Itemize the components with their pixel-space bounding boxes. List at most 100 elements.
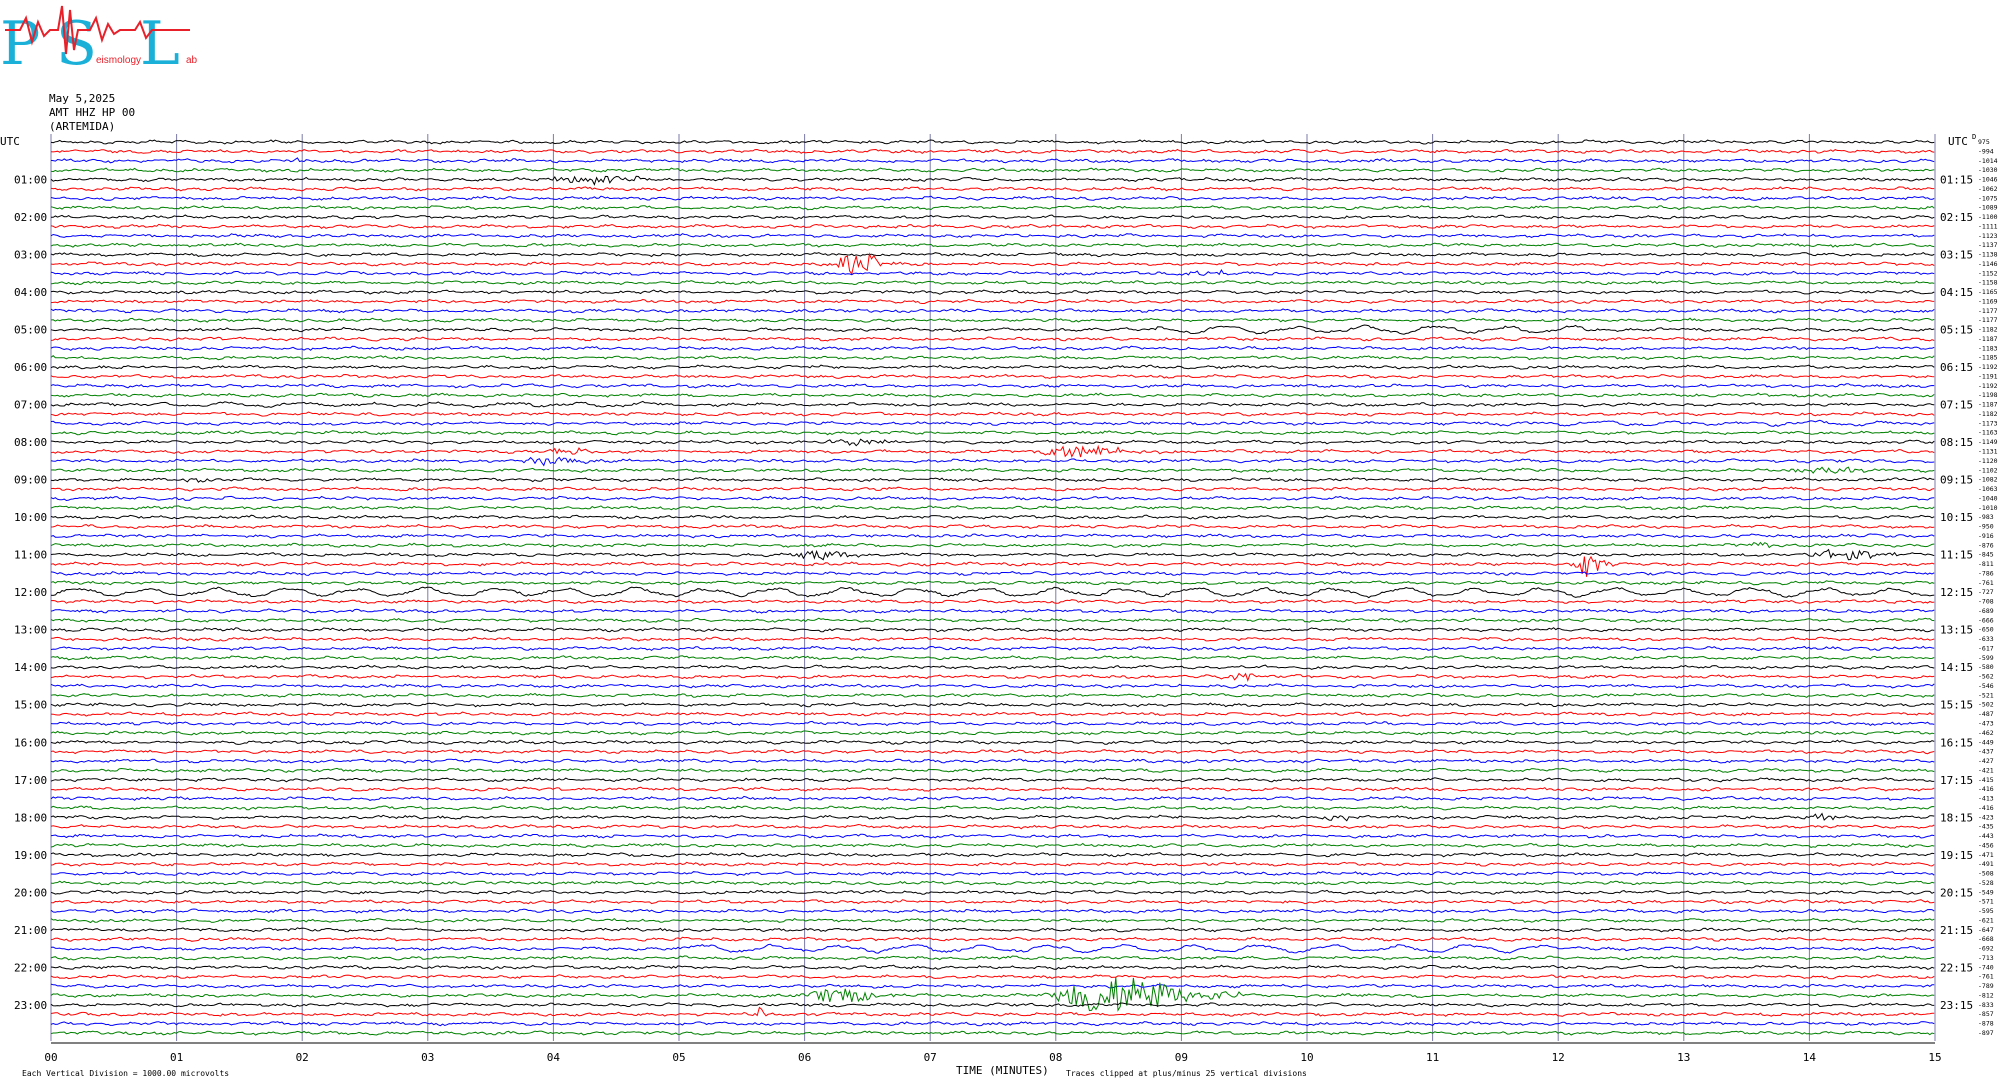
trace-row	[50, 157, 1935, 164]
trace-row	[50, 466, 1935, 474]
row-offset-label: -1158	[1978, 279, 1998, 287]
row-offset-label: -811	[1978, 560, 1994, 568]
row-offset-label: -1082	[1978, 476, 1998, 484]
trace-row	[50, 505, 1935, 511]
trace-row	[50, 1021, 1935, 1027]
trace-row	[50, 289, 1935, 295]
trace-row	[50, 456, 1935, 467]
row-offset-label: -1192	[1978, 382, 1998, 390]
trace-row	[50, 533, 1935, 539]
right-hour-label: 12:15	[1940, 586, 1973, 599]
trace-row	[50, 964, 1935, 970]
row-offset-label: -1182	[1978, 410, 1998, 418]
right-hour-label: 06:15	[1940, 361, 1973, 374]
row-offset-label: -1192	[1978, 363, 1998, 371]
trace-row	[51, 636, 1935, 642]
row-offset-label: -1191	[1978, 372, 1998, 380]
row-offset-label: -857	[1978, 1010, 1994, 1018]
row-offset-label: -415	[1978, 776, 1994, 784]
trace-row	[50, 899, 1935, 905]
row-offset-label: -1089	[1978, 204, 1998, 212]
row-offset-label: -462	[1978, 729, 1994, 737]
trace-row	[50, 1030, 1935, 1036]
trace-row	[50, 268, 1935, 276]
right-hour-label: 20:15	[1940, 886, 1973, 899]
left-hour-label: 09:00	[14, 474, 47, 487]
row-offset-label: -876	[1978, 541, 1994, 549]
trace-row	[50, 541, 1935, 549]
trace-row	[50, 495, 1935, 502]
row-offset-label: -1183	[1978, 344, 1998, 352]
row-offset-label: -502	[1978, 701, 1994, 709]
left-hour-label: 03:00	[14, 249, 47, 262]
right-hour-label: 03:15	[1940, 249, 1973, 262]
right-hour-label: 13:15	[1940, 624, 1973, 637]
left-hour-label: 06:00	[14, 361, 47, 374]
trace-row	[50, 373, 1935, 380]
trace-row	[50, 214, 1935, 220]
trace-row	[50, 324, 1935, 335]
row-offset-label: -713	[1978, 954, 1994, 962]
row-offset-label: -443	[1978, 832, 1994, 840]
clip-note: Traces clipped at plus/minus 25 vertical…	[1066, 1069, 1307, 1078]
row-offset-label: -617	[1978, 644, 1994, 652]
right-hour-label: 22:15	[1940, 961, 1973, 974]
right-hour-label: 18:15	[1940, 811, 1973, 824]
row-offset-label: -761	[1978, 973, 1994, 981]
row-offset-label: -413	[1978, 795, 1994, 803]
row-offset-label: -897	[1978, 1029, 1994, 1037]
row-offset-label: -1177	[1978, 307, 1998, 315]
row-offset-label: -621	[1978, 916, 1994, 924]
right-hour-label: 19:15	[1940, 849, 1973, 862]
right-hour-label: 14:15	[1940, 661, 1973, 674]
x-tick-label: 10	[1300, 1051, 1313, 1064]
trace-row	[50, 672, 1935, 682]
row-offset-label: -1120	[1978, 457, 1998, 465]
trace-row	[50, 861, 1935, 867]
trace-row	[50, 608, 1935, 614]
row-offset-label: -1030	[1978, 166, 1998, 174]
trace-row	[50, 580, 1935, 586]
trace-row	[50, 523, 1935, 530]
row-offset-label: -528	[1978, 879, 1994, 887]
trace-row	[50, 758, 1935, 764]
trace-row	[50, 983, 1935, 989]
row-offset-label: -812	[1978, 991, 1994, 999]
trace-row	[50, 514, 1935, 520]
row-offset-label: -1046	[1978, 176, 1998, 184]
row-offset-label: -647	[1978, 926, 1994, 934]
trace-row	[50, 298, 1935, 305]
trace-row	[50, 411, 1935, 417]
trace-row	[50, 917, 1935, 924]
trace-row	[50, 1002, 1935, 1008]
row-offset-label: -668	[1978, 935, 1994, 943]
trace-row	[50, 599, 1935, 605]
left-hour-label: 04:00	[14, 286, 47, 299]
trace-row	[50, 936, 1935, 942]
helicorder-chart: 00 01 02 03 04 05 06 07 08 09 10 11 12 13 14 15 UTC UTC 97…	[0, 133, 1998, 1064]
row-offset-label: -435	[1978, 823, 1994, 831]
row-offset-label: -416	[1978, 804, 1994, 812]
left-hour-label: 23:00	[14, 999, 47, 1012]
trace-row	[50, 889, 1935, 895]
right-hour-label: 08:15	[1940, 436, 1973, 449]
row-offset-label: -689	[1978, 607, 1994, 615]
left-hour-label: 22:00	[14, 961, 47, 974]
trace-row	[50, 280, 1935, 286]
right-hour-label: 16:15	[1940, 736, 1973, 749]
row-offset-label: -833	[1978, 1001, 1994, 1009]
row-offset-label: -1138	[1978, 251, 1998, 259]
x-tick-label: 08	[1049, 1051, 1062, 1064]
row-offset-label: -580	[1978, 663, 1994, 671]
row-offset-label: -1163	[1978, 429, 1998, 437]
trace-row	[50, 586, 1935, 599]
trace-row	[50, 908, 1935, 914]
left-hour-label: 15:00	[14, 699, 47, 712]
row-offset-label: -983	[1978, 513, 1994, 521]
trace-row	[50, 444, 1935, 458]
row-offset-label: -1149	[1978, 438, 1998, 446]
row-offset-label: -456	[1978, 841, 1994, 849]
row-offset-label: -471	[1978, 851, 1994, 859]
row-offset-label: -666	[1978, 616, 1994, 624]
row-offset-label: -1185	[1978, 354, 1998, 362]
